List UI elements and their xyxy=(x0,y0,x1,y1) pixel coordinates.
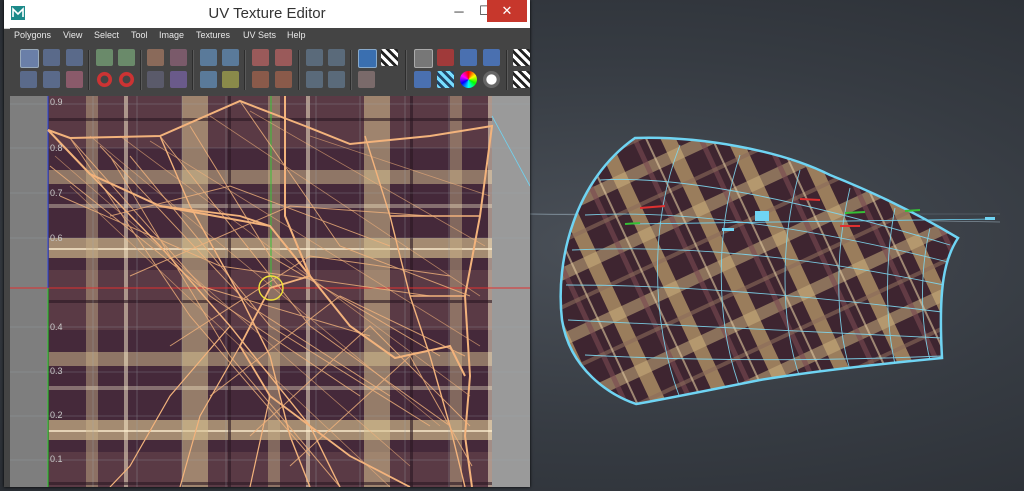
menu-help[interactable]: Help xyxy=(287,30,306,40)
shaded-uv-icon[interactable] xyxy=(460,49,477,66)
select-shell-icon[interactable] xyxy=(20,71,37,88)
snap-icon[interactable] xyxy=(437,49,454,66)
merge-uv-icon[interactable] xyxy=(222,71,239,88)
uv-label-0-7: 0.7 xyxy=(50,188,63,198)
uv-label-0-9: 0.9 xyxy=(50,97,63,107)
title-bar[interactable]: UV Texture Editor ─ ☐ ✕ xyxy=(4,0,530,29)
sew-uv-edges-icon[interactable] xyxy=(222,49,239,66)
close-button[interactable]: ✕ xyxy=(487,0,527,22)
menu-textures[interactable]: Textures xyxy=(196,30,230,40)
uv-label-0-1: 0.1 xyxy=(50,454,63,464)
cut-uv-edges-icon[interactable] xyxy=(200,49,217,66)
unitize-uv-icon[interactable] xyxy=(328,71,345,88)
uv-viewport[interactable] xyxy=(10,96,530,487)
menu-image[interactable]: Image xyxy=(159,30,184,40)
sleeve-mesh[interactable] xyxy=(550,130,970,420)
texture-tiles-icon[interactable] xyxy=(513,71,530,88)
align-min-u-icon[interactable] xyxy=(252,71,269,88)
uv-label-0-6: 0.6 xyxy=(50,233,63,243)
unfold-uv-icon[interactable] xyxy=(118,71,135,88)
uv-smudge-icon[interactable] xyxy=(66,49,83,66)
minimize-button[interactable]: ─ xyxy=(446,0,472,22)
uv-label-0-2: 0.2 xyxy=(50,410,63,420)
grid-uv-icon[interactable] xyxy=(306,49,323,66)
toolbar xyxy=(10,44,530,96)
dim-image-icon[interactable] xyxy=(358,71,375,88)
uv-label-0-4: 0.4 xyxy=(50,322,63,332)
split-uv-icon[interactable] xyxy=(200,71,217,88)
menu-polygons[interactable]: Polygons xyxy=(14,30,51,40)
uv-label-0-8: 0.8 xyxy=(50,143,63,153)
flip-v-icon[interactable] xyxy=(170,49,187,66)
toggle-grid-icon[interactable] xyxy=(414,49,433,68)
layout-uv-icon[interactable] xyxy=(170,71,187,88)
rotate-uv-ccw-icon[interactable] xyxy=(275,49,292,66)
menu-tool[interactable]: Tool xyxy=(131,30,148,40)
isolate-select-icon[interactable] xyxy=(414,71,431,88)
menu-view[interactable]: View xyxy=(63,30,82,40)
uv-lattice-icon[interactable] xyxy=(20,49,39,68)
color-wheel-icon[interactable] xyxy=(460,71,477,88)
uv-label-0-3: 0.3 xyxy=(50,366,63,376)
straighten-uv-icon[interactable] xyxy=(147,71,164,88)
relax-uv-icon[interactable] xyxy=(96,71,113,88)
menu-uv-sets[interactable]: UV Sets xyxy=(243,30,276,40)
move-uv-icon[interactable] xyxy=(96,49,113,66)
uv-texture-editor-window[interactable]: UV Texture Editor ─ ☐ ✕ Polygons View Se… xyxy=(4,0,530,487)
uv-canvas[interactable]: 0.9 0.8 0.7 0.6 0.4 0.3 0.2 0.1 xyxy=(10,96,530,487)
exposure-icon[interactable] xyxy=(483,71,500,88)
checker-filter-icon[interactable] xyxy=(381,49,398,66)
plaid-texture-image xyxy=(48,96,492,487)
texture-borders-icon[interactable] xyxy=(483,49,500,66)
checker-icon[interactable] xyxy=(513,49,530,66)
scale-uv-icon[interactable] xyxy=(118,49,135,66)
menu-bar: Polygons View Select Tool Image Textures… xyxy=(10,28,530,44)
align-uv-icon[interactable] xyxy=(328,49,345,66)
distortion-shader-icon[interactable] xyxy=(437,71,454,88)
select-overlap-icon[interactable] xyxy=(66,71,83,88)
select-border-icon[interactable] xyxy=(43,71,60,88)
display-image-icon[interactable] xyxy=(358,49,377,68)
align-max-u-icon[interactable] xyxy=(275,71,292,88)
menu-select[interactable]: Select xyxy=(94,30,119,40)
flip-u-icon[interactable] xyxy=(147,49,164,66)
move-uv-shell-icon[interactable] xyxy=(43,49,60,66)
normalize-uv-icon[interactable] xyxy=(306,71,323,88)
rotate-uv-icon[interactable] xyxy=(252,49,269,66)
